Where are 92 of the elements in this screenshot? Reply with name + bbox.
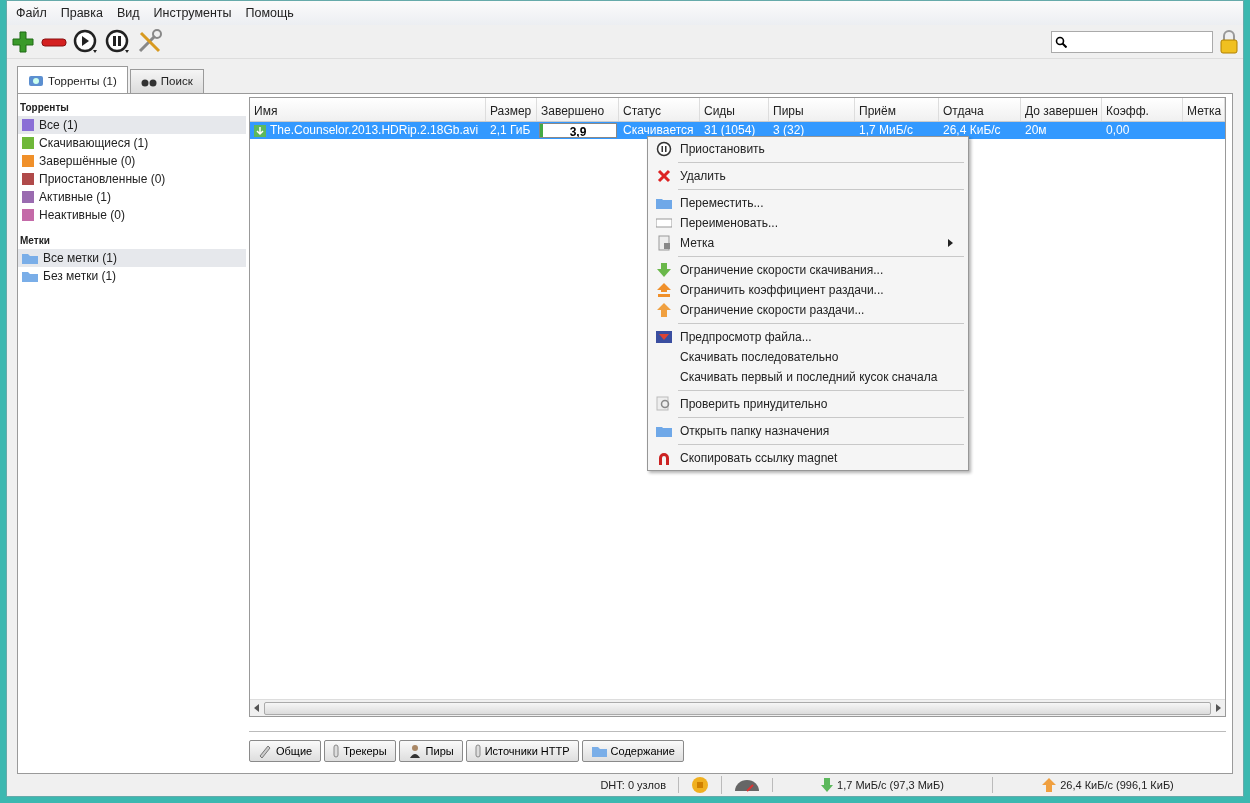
detail-tab[interactable]: Содержание — [581, 740, 684, 763]
upload-speed: 26,4 КиБ/с (996,1 КиБ) — [1060, 777, 1174, 793]
menu-item[interactable]: Переместить... — [650, 193, 966, 213]
column-header[interactable]: До завершен — [1021, 98, 1102, 122]
column-header[interactable]: Отдача — [939, 98, 1021, 122]
dht-status: DHT: 0 узлов — [588, 776, 679, 794]
submenu-arrow-icon — [948, 239, 954, 247]
menu-item[interactable]: Файл — [9, 1, 54, 25]
delete-icon — [656, 168, 672, 184]
settings-icon[interactable] — [137, 28, 163, 55]
table-cell-text: 3 (32) — [772, 122, 806, 140]
table-cell-text: 20м — [1024, 122, 1048, 140]
search-icon — [1055, 35, 1067, 48]
torrent-icon — [28, 75, 44, 88]
menu-item[interactable]: Скачивать последовательно — [650, 347, 966, 367]
download-speed: 1,7 МиБ/с (97,3 МиБ) — [837, 777, 944, 793]
sidebar-item[interactable]: Без метки (1) — [18, 267, 246, 286]
sidebar-item[interactable]: Все метки (1) — [18, 249, 246, 268]
sidebar-item[interactable]: Неактивные (0) — [18, 206, 246, 225]
search-field[interactable] — [1051, 30, 1213, 53]
section-heading: Торренты — [19, 101, 70, 116]
column-header[interactable]: Приём — [855, 98, 939, 122]
detail-tab[interactable]: Источники HTTP — [465, 740, 579, 763]
clip-icon — [474, 744, 481, 759]
menu-item[interactable]: Ограничение скорости скачивания... — [650, 260, 966, 280]
menu-item[interactable]: Правка — [53, 1, 110, 25]
rename-icon — [656, 215, 672, 231]
column-header[interactable]: Сиды — [700, 98, 769, 122]
column-header[interactable]: Завершено — [537, 98, 619, 122]
column-header[interactable]: Размер — [486, 98, 537, 122]
download-arrow-icon — [656, 262, 672, 278]
pencil-icon — [258, 744, 272, 759]
magnet-icon — [656, 450, 672, 466]
tab[interactable]: Торренты (1) — [17, 66, 128, 94]
table-cell-text: 1,7 МиБ/с — [858, 122, 914, 140]
download-icon — [254, 124, 266, 137]
upload-arrow-icon — [656, 302, 672, 318]
person-icon — [407, 744, 422, 759]
sidebar-item[interactable]: Завершённые (0) — [18, 152, 246, 171]
menu-item[interactable]: Ограничение скорости раздачи... — [650, 300, 966, 320]
tab[interactable]: Поиск — [129, 69, 204, 94]
table-cell-text: 2,1 ГиБ — [489, 122, 532, 140]
menu-item[interactable]: Открыть папку назначения — [650, 421, 966, 441]
menu-item[interactable]: Приостановить — [650, 139, 966, 159]
speedometer-icon — [734, 778, 760, 792]
folder-icon — [590, 744, 607, 759]
menu-item[interactable]: Предпросмотр файла... — [650, 327, 966, 347]
download-arrow-icon — [821, 778, 834, 792]
add-icon[interactable] — [11, 29, 35, 54]
table-cell-text: 26,4 КиБ/с — [942, 122, 1002, 140]
column-header[interactable]: Метка — [1183, 98, 1225, 122]
check-icon — [656, 396, 672, 412]
table-row[interactable]: The.Counselor.2013.HDRip.2.18Gb.avi 2,1 ГиБ 3,9 Скачивается 31 (1054) 3 (32) 1,7 МиБ/с 26,4 КиБ/с 20м 0,00 — [250, 122, 1225, 140]
menu-item[interactable]: Помощь — [238, 1, 301, 25]
menu-item[interactable]: Переименовать... — [650, 213, 966, 233]
label-icon — [656, 235, 672, 251]
menu-item[interactable]: Ограничить коэффициент раздачи... — [650, 280, 966, 300]
column-header[interactable]: Имя — [250, 98, 486, 122]
pause-icon[interactable] — [105, 28, 131, 55]
menu-item[interactable]: Вид — [109, 1, 147, 25]
menu-item[interactable]: Скопировать ссылку magnet — [650, 448, 966, 468]
menu-item[interactable]: Метка — [650, 233, 966, 253]
menu-item[interactable]: Удалить — [650, 166, 966, 186]
ratio-icon — [656, 282, 672, 298]
menu-item[interactable]: Проверить принудительно — [650, 394, 966, 414]
play-icon[interactable] — [73, 28, 99, 55]
pause-icon — [656, 141, 672, 157]
table-cell-text: 31 (1054) — [703, 122, 757, 140]
detail-tab[interactable]: Пиры — [398, 740, 463, 763]
clip-icon — [333, 744, 340, 759]
column-header[interactable]: Статус — [619, 98, 700, 122]
sidebar-item[interactable]: Все (1) — [18, 116, 246, 135]
progress-bar: 3,9 — [539, 123, 617, 139]
scroll-right-icon[interactable] — [1215, 704, 1221, 713]
column-header[interactable]: Пиры — [769, 98, 855, 122]
table-cell-text: Скачивается — [622, 122, 695, 140]
sidebar-item[interactable]: Приостановленные (0) — [18, 170, 246, 189]
horizontal-scrollbar[interactable] — [250, 699, 1225, 717]
column-header[interactable]: Коэфф. — [1102, 98, 1183, 122]
menu-item[interactable]: Инструменты — [146, 1, 239, 25]
sidebar-item[interactable]: Активные (1) — [18, 188, 246, 207]
status-icon — [691, 776, 709, 794]
upload-arrow-icon — [1042, 778, 1057, 792]
preview-icon — [656, 329, 672, 345]
menu-item[interactable]: Скачивать первый и последний кусок сначала — [650, 367, 966, 387]
detail-tab[interactable]: Общие — [249, 740, 322, 763]
detail-tab[interactable]: Трекеры — [324, 740, 396, 763]
sidebar-item[interactable]: Скачивающиеся (1) — [18, 134, 246, 153]
table-cell: The.Counselor.2013.HDRip.2.18Gb.avi — [270, 122, 479, 140]
table-cell-text: 0,00 — [1105, 122, 1131, 140]
scroll-left-icon[interactable] — [254, 704, 260, 713]
section-heading: Метки — [19, 234, 51, 249]
